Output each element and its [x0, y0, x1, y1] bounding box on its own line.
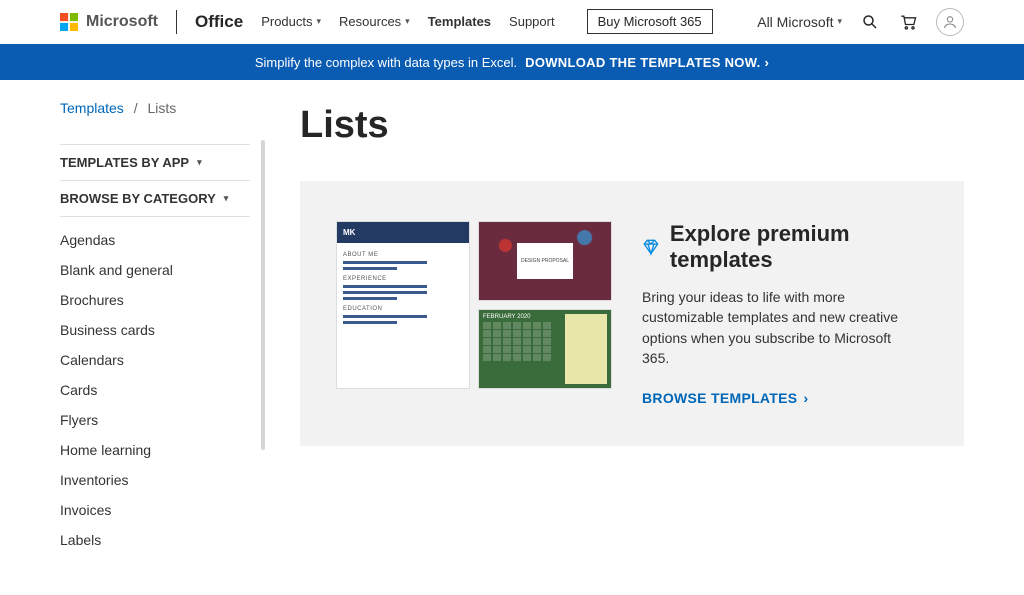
chevron-right-icon: › — [803, 390, 808, 406]
chevron-down-icon: ▾ — [317, 16, 322, 27]
account-button[interactable] — [936, 8, 964, 36]
thumb-design-proposal: DESIGN PROPOSAL — [478, 221, 612, 301]
section-label: TEMPLATES BY APP — [60, 155, 189, 170]
microsoft-logo-icon — [60, 13, 78, 31]
promo-cta-label: DOWNLOAD THE TEMPLATES NOW. — [525, 55, 760, 70]
category-calendars[interactable]: Calendars — [60, 352, 124, 368]
category-cards[interactable]: Cards — [60, 382, 97, 398]
cart-icon — [898, 12, 918, 32]
hero-title: Explore premium templates — [670, 221, 928, 273]
content-area: Lists MK ABOUT ME EXPERIENCE EDUCATION D… — [300, 100, 964, 555]
promo-text: Simplify the complex with data types in … — [255, 55, 517, 70]
thumb-calendar: FEBRUARY 2020 — [478, 309, 612, 389]
promo-cta: DOWNLOAD THE TEMPLATES NOW. › — [525, 55, 769, 70]
nav-products[interactable]: Products ▾ — [261, 14, 321, 29]
thumb-resume-exp: EXPERIENCE — [343, 276, 463, 282]
breadcrumb: Templates / Lists — [60, 100, 250, 116]
premium-hero: MK ABOUT ME EXPERIENCE EDUCATION DESIGN … — [300, 181, 964, 446]
category-inventories[interactable]: Inventories — [60, 472, 128, 488]
thumb-proposal-label: DESIGN PROPOSAL — [521, 258, 569, 264]
search-icon — [861, 13, 879, 31]
breadcrumb-root[interactable]: Templates — [60, 100, 124, 116]
all-microsoft-label: All Microsoft — [757, 14, 833, 30]
category-labels[interactable]: Labels — [60, 532, 101, 548]
nav-templates[interactable]: Templates — [428, 14, 491, 29]
person-icon — [942, 14, 958, 30]
sidebar-section-templates-by-app[interactable]: TEMPLATES BY APP ▾ — [60, 144, 250, 181]
thumb-resume-about: ABOUT ME — [343, 252, 463, 258]
browse-templates-link[interactable]: BROWSE TEMPLATES › — [642, 390, 808, 406]
brand-label: Microsoft — [86, 13, 158, 31]
thumb-resume: MK ABOUT ME EXPERIENCE EDUCATION — [336, 221, 470, 389]
thumb-resume-edu: EDUCATION — [343, 306, 463, 312]
category-blank-and-general[interactable]: Blank and general — [60, 262, 173, 278]
primary-nav: Products ▾ Resources ▾ Templates Support B… — [261, 9, 712, 34]
chevron-down-icon: ▾ — [837, 16, 842, 27]
category-flyers[interactable]: Flyers — [60, 412, 98, 428]
nav-resources-label: Resources — [339, 14, 401, 29]
hero-cta-label: BROWSE TEMPLATES — [642, 390, 797, 406]
chevron-down-icon: ▾ — [224, 193, 229, 204]
search-button[interactable] — [860, 12, 880, 32]
breadcrumb-separator: / — [134, 100, 138, 116]
global-header: Microsoft Office Products ▾ Resources ▾ Te… — [0, 0, 1024, 44]
thumb-resume-initials: MK — [343, 228, 355, 237]
main-content: Templates / Lists TEMPLATES BY APP ▾ BRO… — [0, 80, 1024, 595]
chevron-down-icon: ▾ — [405, 16, 410, 27]
page-title: Lists — [300, 104, 964, 147]
chevron-right-icon: › — [765, 55, 770, 70]
header-right: All Microsoft ▾ — [757, 8, 964, 36]
hero-description: Bring your ideas to life with more custo… — [642, 287, 922, 368]
nav-support[interactable]: Support — [509, 14, 555, 29]
sidebar-section-browse-by-category[interactable]: BROWSE BY CATEGORY ▾ — [60, 181, 250, 217]
cart-button[interactable] — [898, 12, 918, 32]
sidebar: Templates / Lists TEMPLATES BY APP ▾ BRO… — [60, 100, 250, 555]
breadcrumb-current: Lists — [147, 100, 176, 116]
promo-banner[interactable]: Simplify the complex with data types in … — [0, 44, 1024, 80]
category-business-cards[interactable]: Business cards — [60, 322, 155, 338]
category-brochures[interactable]: Brochures — [60, 292, 124, 308]
office-home-link[interactable]: Office — [195, 12, 243, 32]
category-agendas[interactable]: Agendas — [60, 232, 115, 248]
nav-resources[interactable]: Resources ▾ — [339, 14, 410, 29]
section-label: BROWSE BY CATEGORY — [60, 191, 216, 206]
chevron-down-icon: ▾ — [197, 157, 202, 168]
category-list: Agendas Blank and general Brochures Busi… — [60, 217, 250, 555]
premium-diamond-icon — [642, 237, 660, 257]
all-microsoft-menu[interactable]: All Microsoft ▾ — [757, 14, 842, 30]
category-home-learning[interactable]: Home learning — [60, 442, 151, 458]
nav-products-label: Products — [261, 14, 312, 29]
microsoft-logo-link[interactable]: Microsoft — [60, 10, 177, 34]
hero-thumbnails: MK ABOUT ME EXPERIENCE EDUCATION DESIGN … — [336, 221, 612, 389]
hero-text: Explore premium templates Bring your ide… — [642, 221, 928, 406]
buy-m365-button[interactable]: Buy Microsoft 365 — [587, 9, 713, 34]
thumb-calendar-month: FEBRUARY 2020 — [483, 314, 565, 320]
category-invoices[interactable]: Invoices — [60, 502, 111, 518]
